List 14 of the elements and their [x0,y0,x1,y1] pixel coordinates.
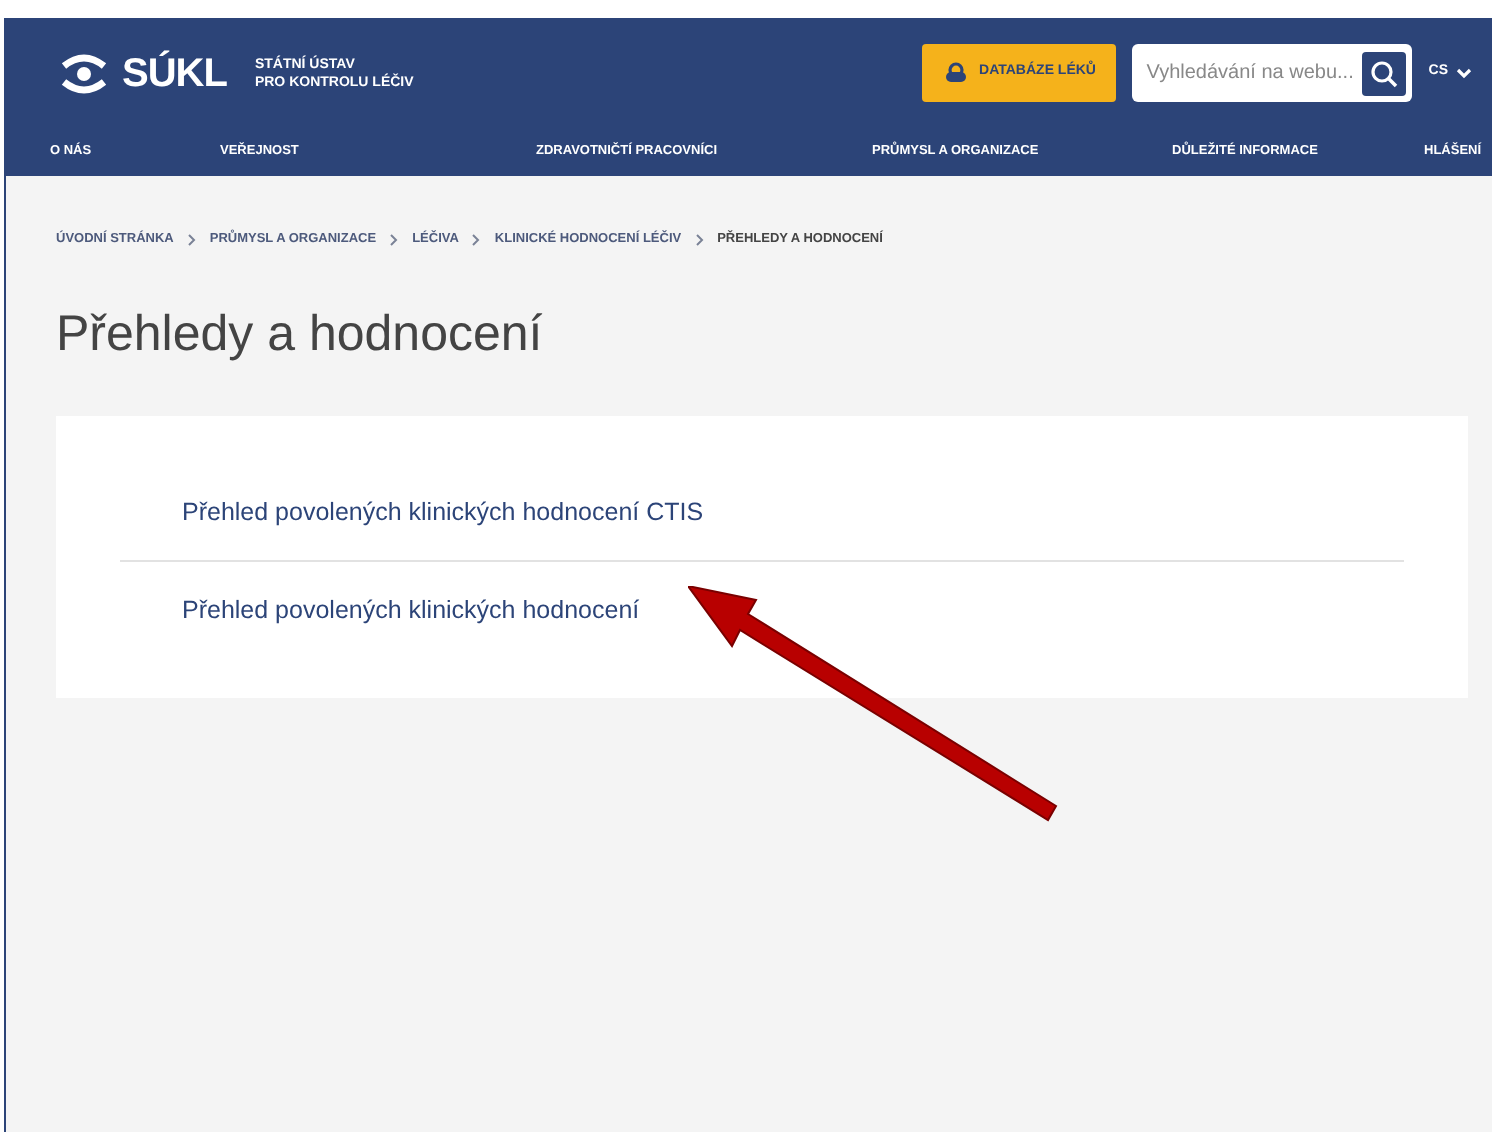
chevron-right-icon [695,234,704,246]
search-box[interactable]: Vyhledávání na webu... [1132,44,1413,102]
document-link[interactable]: Přehled povolených klinických hodnocení [182,591,640,629]
page-title: Přehledy a hodnocení [54,304,545,364]
search-button[interactable] [1362,51,1407,95]
chevron-down-icon [1456,67,1472,79]
chevron-right-icon [187,234,196,246]
search-field[interactable]: Vyhledávání na webu... [1146,58,1363,88]
chevron-right-icon [472,234,481,246]
search-icon [1370,59,1399,87]
document-link[interactable]: Přehled povolených klinických hodnocení CTIS [182,493,704,531]
chevron-right-icon [390,234,399,246]
logo-text: SÚKL [122,48,227,99]
logo-icon [58,53,110,93]
